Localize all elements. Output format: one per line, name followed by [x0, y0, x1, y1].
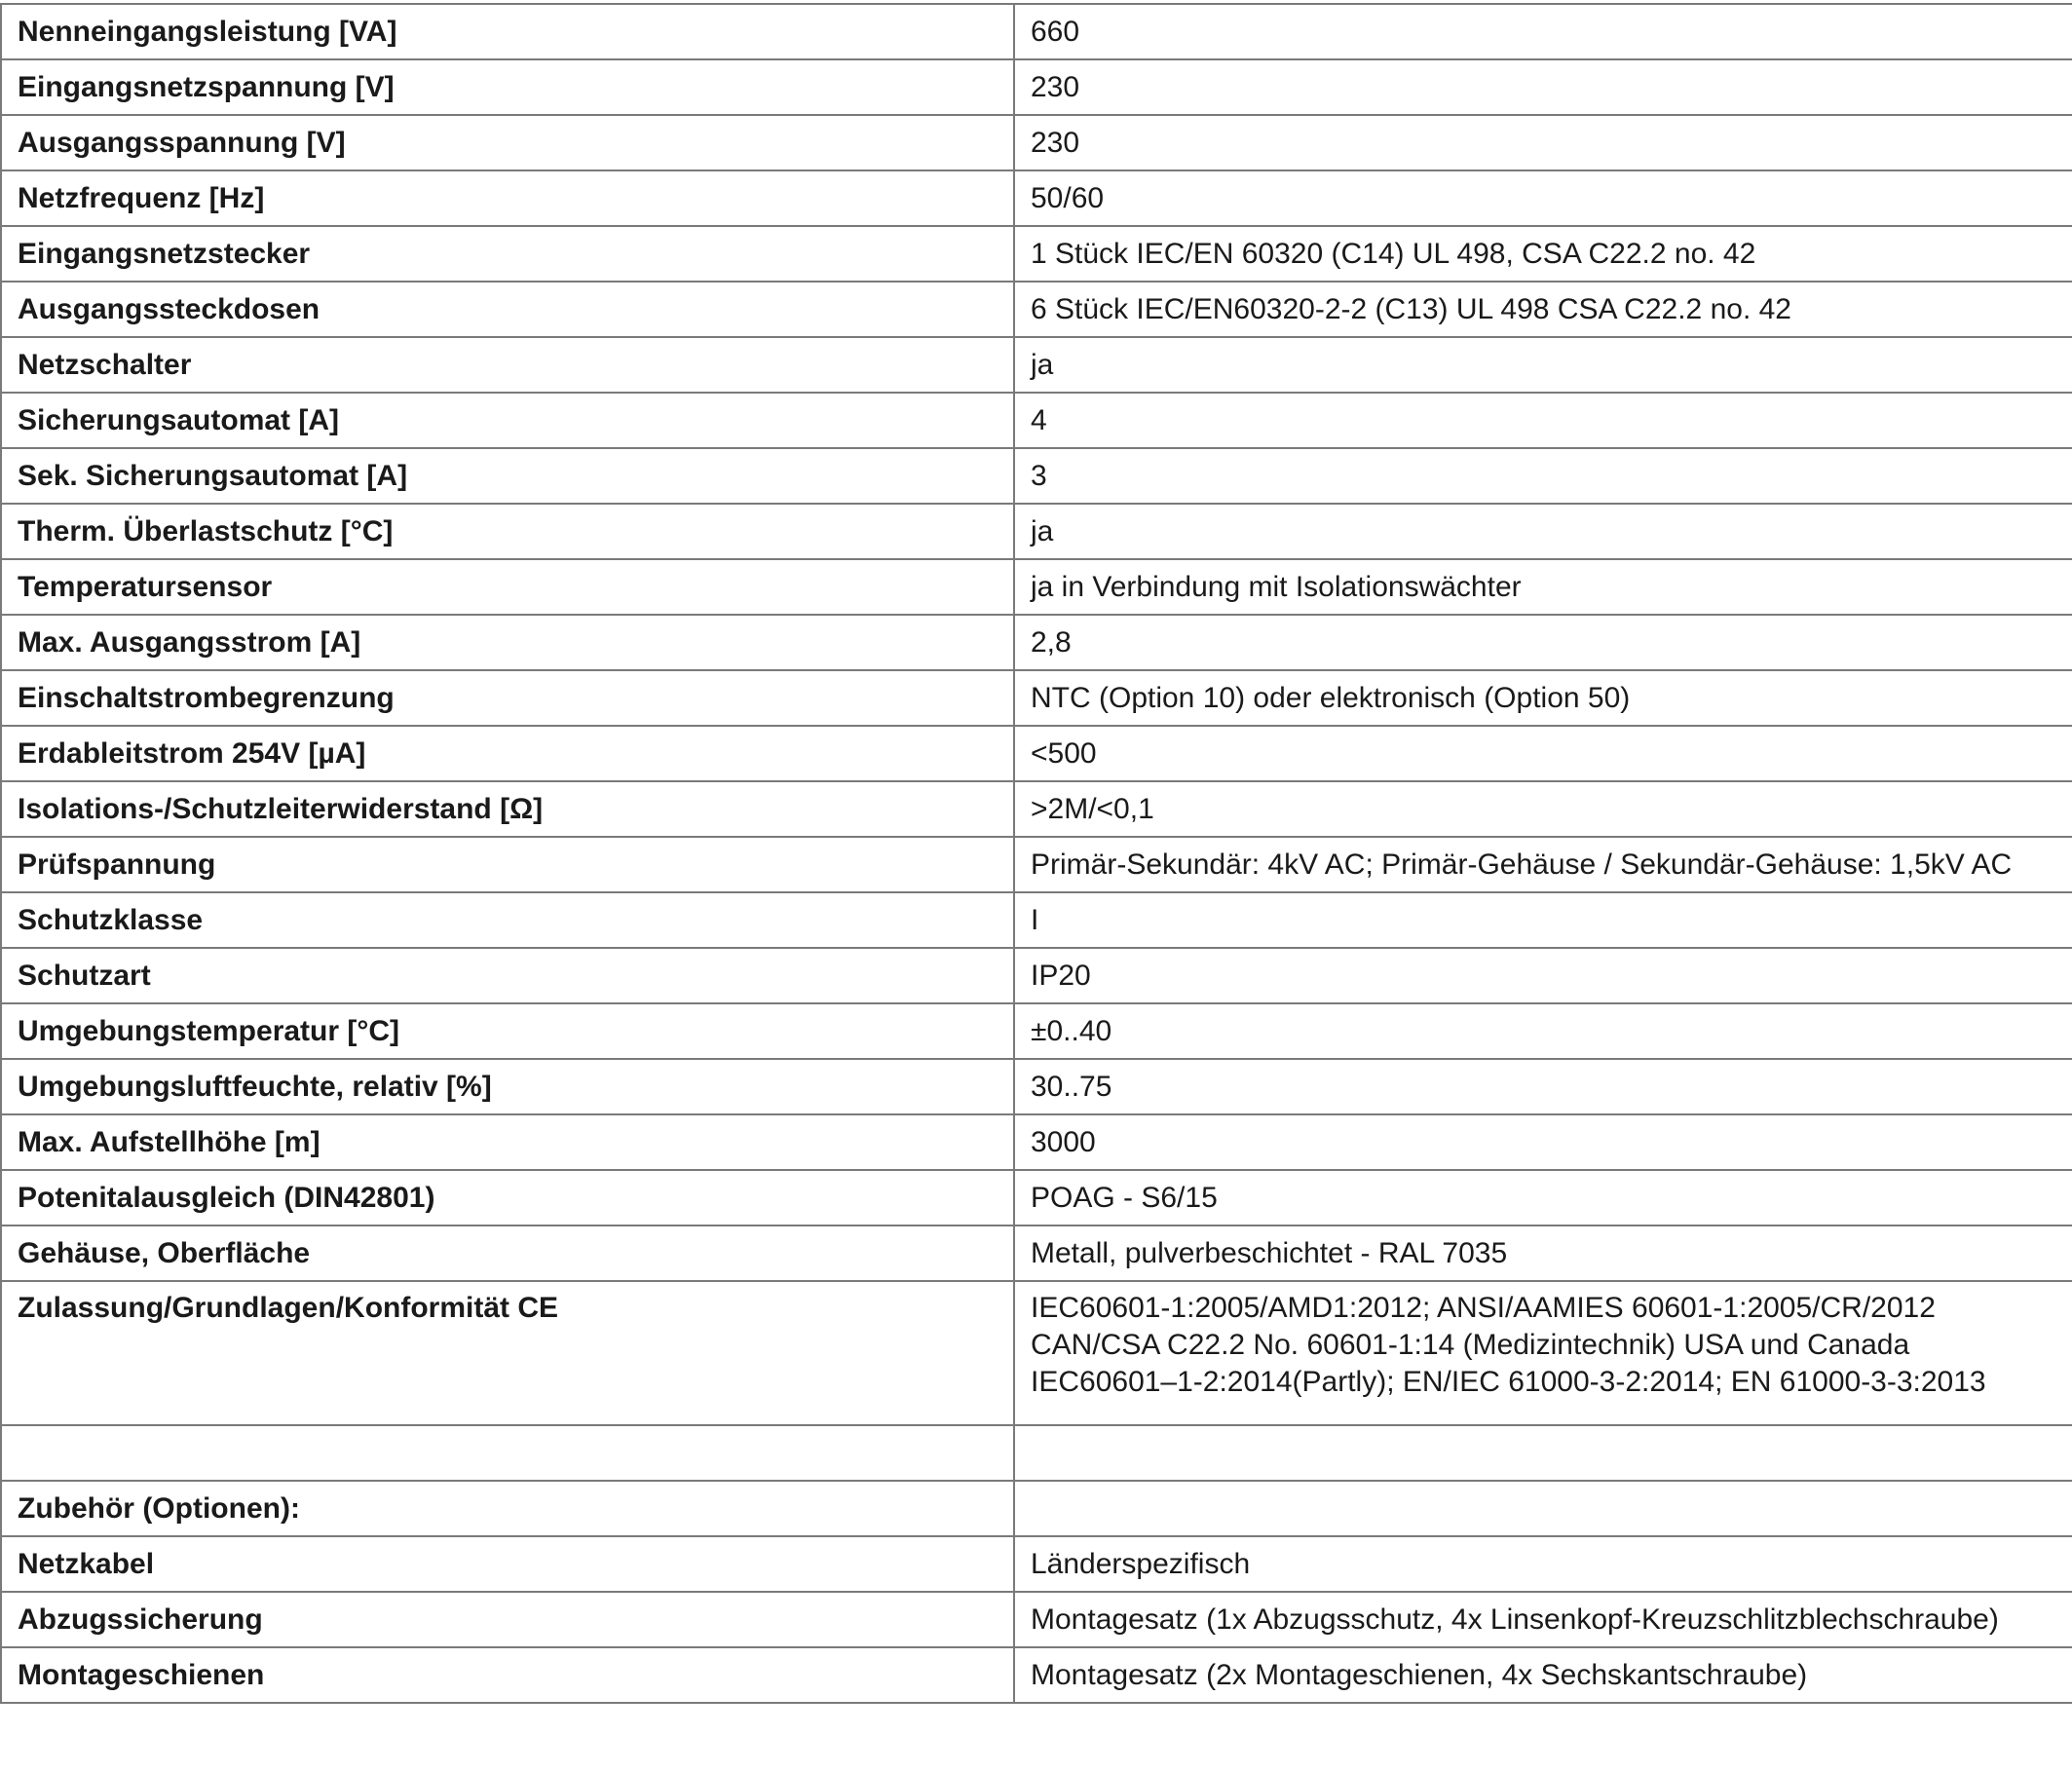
row-label: Isolations-/Schutzleiterwiderstand [Ω]	[0, 780, 1015, 838]
table-row: Einschaltstrombegrenzung NTC (Option 10) …	[0, 669, 2072, 727]
row-value: 1 Stück IEC/EN 60320 (C14) UL 498, CSA C…	[1013, 225, 2072, 283]
row-value: 2,8	[1013, 614, 2072, 671]
row-value: 4	[1013, 392, 2072, 449]
row-label: Sicherungsautomat [A]	[0, 392, 1015, 449]
row-label: Zulassung/Grundlagen/Konformität CE	[0, 1280, 1015, 1426]
row-value: 3	[1013, 447, 2072, 505]
row-label: Nenneingangsleistung [VA]	[0, 3, 1015, 60]
table-row: Temperatursensor ja in Verbindung mit Iso…	[0, 558, 2072, 616]
row-value: ja	[1013, 336, 2072, 394]
table-row: Netzfrequenz [Hz] 50/60	[0, 170, 2072, 227]
table-row: Potenitalausgleich (DIN42801) POAG - S6/1…	[0, 1169, 2072, 1226]
row-label: Schutzklasse	[0, 891, 1015, 949]
table-row: Montageschienen Montagesatz (2x Montagesc…	[0, 1646, 2072, 1704]
table-row: Therm. Überlastschutz [°C] ja	[0, 503, 2072, 560]
row-label: Eingangsnetzspannung [V]	[0, 58, 1015, 116]
table-row: Schutzklasse I	[0, 891, 2072, 949]
row-label: Ausgangsspannung [V]	[0, 114, 1015, 171]
row-label: Ausgangssteckdosen	[0, 281, 1015, 338]
row-value: 3000	[1013, 1113, 2072, 1171]
section-label: Zubehör (Optionen):	[0, 1480, 1015, 1537]
row-value: Montagesatz (2x Montageschienen, 4x Sech…	[1013, 1646, 2072, 1704]
row-value: 50/60	[1013, 170, 2072, 227]
table-row: Max. Aufstellhöhe [m] 3000	[0, 1113, 2072, 1171]
row-label: Temperatursensor	[0, 558, 1015, 616]
row-label: Prüfspannung	[0, 836, 1015, 893]
row-label: Netzschalter	[0, 336, 1015, 394]
table-row: Erdableitstrom 254V [µA] <500	[0, 725, 2072, 782]
table-row: Sicherungsautomat [A] 4	[0, 392, 2072, 449]
table-row: Ausgangsspannung [V] 230	[0, 114, 2072, 171]
table-row: Schutzart IP20	[0, 947, 2072, 1004]
row-label: Sek. Sicherungsautomat [A]	[0, 447, 1015, 505]
row-value: Primär-Sekundär: 4kV AC; Primär-Gehäuse …	[1013, 836, 2072, 893]
row-value	[1013, 1424, 2072, 1482]
table-row: Netzkabel Länderspezifisch	[0, 1535, 2072, 1593]
row-label: Abzugssicherung	[0, 1591, 1015, 1648]
row-label: Eingangsnetzstecker	[0, 225, 1015, 283]
row-value: ±0..40	[1013, 1002, 2072, 1060]
row-label: Netzfrequenz [Hz]	[0, 170, 1015, 227]
table-row: Eingangsnetzspannung [V] 230	[0, 58, 2072, 116]
row-label	[0, 1424, 1015, 1482]
table-row: Gehäuse, Oberfläche Metall, pulverbeschic…	[0, 1225, 2072, 1282]
row-value: Montagesatz (1x Abzugsschutz, 4x Linsenk…	[1013, 1591, 2072, 1648]
row-label: Montageschienen	[0, 1646, 1015, 1704]
row-label: Umgebungstemperatur [°C]	[0, 1002, 1015, 1060]
row-label: Erdableitstrom 254V [µA]	[0, 725, 1015, 782]
spec-table: Nenneingangsleistung [VA] 660 Eingangsnet…	[0, 3, 2072, 1704]
row-label: Therm. Überlastschutz [°C]	[0, 503, 1015, 560]
row-value: Metall, pulverbeschichtet - RAL 7035	[1013, 1225, 2072, 1282]
table-row: Max. Ausgangsstrom [A] 2,8	[0, 614, 2072, 671]
table-row: Netzschalter ja	[0, 336, 2072, 394]
table-row: Ausgangssteckdosen 6 Stück IEC/EN60320-2-…	[0, 281, 2072, 338]
row-value: 30..75	[1013, 1058, 2072, 1115]
row-label: Netzkabel	[0, 1535, 1015, 1593]
row-value: POAG - S6/15	[1013, 1169, 2072, 1226]
table-row: Sek. Sicherungsautomat [A] 3	[0, 447, 2072, 505]
row-label: Umgebungsluftfeuchte, relativ [%]	[0, 1058, 1015, 1115]
row-value: 6 Stück IEC/EN60320-2-2 (C13) UL 498 CSA…	[1013, 281, 2072, 338]
table-row: Umgebungstemperatur [°C] ±0..40	[0, 1002, 2072, 1060]
table-row: Zulassung/Grundlagen/Konformität CE IEC60…	[0, 1280, 2072, 1426]
table-row: Nenneingangsleistung [VA] 660	[0, 3, 2072, 60]
table-row-section-header: Zubehör (Optionen):	[0, 1480, 2072, 1537]
row-value: Länderspezifisch	[1013, 1535, 2072, 1593]
row-label: Max. Ausgangsstrom [A]	[0, 614, 1015, 671]
row-label: Max. Aufstellhöhe [m]	[0, 1113, 1015, 1171]
row-value: NTC (Option 10) oder elektronisch (Optio…	[1013, 669, 2072, 727]
row-label: Einschaltstrombegrenzung	[0, 669, 1015, 727]
table-row: Abzugssicherung Montagesatz (1x Abzugssch…	[0, 1591, 2072, 1648]
table-row-empty	[0, 1424, 2072, 1482]
row-label: Gehäuse, Oberfläche	[0, 1225, 1015, 1282]
row-value: 660	[1013, 3, 2072, 60]
row-label: Potenitalausgleich (DIN42801)	[0, 1169, 1015, 1226]
row-value	[1013, 1480, 2072, 1537]
row-value: I	[1013, 891, 2072, 949]
row-value: 230	[1013, 58, 2072, 116]
row-value: ja	[1013, 503, 2072, 560]
row-value: >2M/<0,1	[1013, 780, 2072, 838]
row-value: 230	[1013, 114, 2072, 171]
row-value: ja in Verbindung mit Isolationswächter	[1013, 558, 2072, 616]
row-label: Schutzart	[0, 947, 1015, 1004]
table-row: Eingangsnetzstecker 1 Stück IEC/EN 60320 …	[0, 225, 2072, 283]
table-row: Isolations-/Schutzleiterwiderstand [Ω] >2…	[0, 780, 2072, 838]
row-value: IP20	[1013, 947, 2072, 1004]
row-value: IEC60601-1:2005/AMD1:2012; ANSI/AAMIES 6…	[1013, 1280, 2072, 1426]
table-row: Umgebungsluftfeuchte, relativ [%] 30..75	[0, 1058, 2072, 1115]
row-value: <500	[1013, 725, 2072, 782]
table-row: Prüfspannung Primär-Sekundär: 4kV AC; Pri…	[0, 836, 2072, 893]
